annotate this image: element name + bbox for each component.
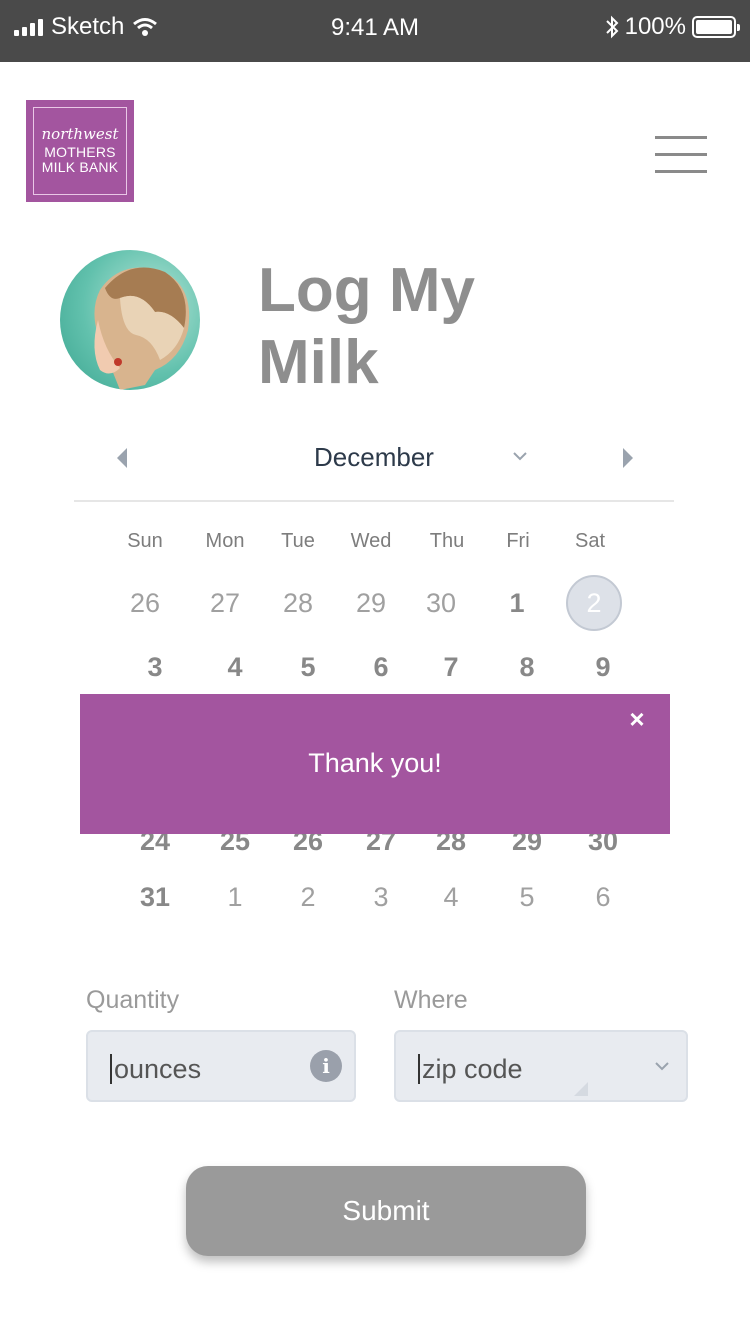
- quantity-input[interactable]: ounces i: [86, 1030, 356, 1102]
- calendar-day[interactable]: 27: [190, 588, 260, 619]
- info-icon[interactable]: i: [310, 1050, 342, 1082]
- battery-percent: 100%: [624, 13, 686, 40]
- logo-frame: northwest MOTHERS MILK BANK: [33, 107, 127, 195]
- weekday-thu: Thu: [429, 530, 465, 552]
- calendar-day[interactable]: 28: [263, 588, 333, 619]
- calendar-day[interactable]: 6: [346, 652, 416, 683]
- weekday-sun: Sun: [127, 530, 163, 552]
- calendar-day[interactable]: 6: [568, 882, 638, 913]
- calendar-day[interactable]: 29: [336, 588, 406, 619]
- logo-line-3: MILK BANK: [41, 158, 119, 175]
- calendar-day[interactable]: 9: [568, 652, 638, 683]
- chevron-down-icon[interactable]: [654, 1060, 670, 1072]
- calendar-day[interactable]: 3: [120, 652, 190, 683]
- weekday-sat: Sat: [574, 530, 606, 552]
- quantity-placeholder: ounces: [110, 1054, 201, 1084]
- calendar-day[interactable]: 4: [200, 652, 270, 683]
- calendar-day-selected[interactable]: 2: [559, 588, 629, 619]
- calendar-day[interactable]: 4: [416, 882, 486, 913]
- calendar-day[interactable]: 30: [406, 588, 476, 619]
- month-label[interactable]: December: [74, 442, 674, 473]
- weekday-tue: Tue: [281, 530, 315, 552]
- toast-message: Thank you!: [308, 748, 442, 778]
- close-icon[interactable]: ×: [624, 706, 650, 732]
- status-bar: Sketch 9:41 AM 100%: [0, 0, 750, 62]
- weekday-fri: Fri: [506, 530, 530, 552]
- weekday-mon: Mon: [205, 530, 245, 552]
- calendar-header: December: [74, 430, 674, 502]
- quantity-label: Quantity: [86, 986, 180, 1014]
- calendar-day[interactable]: 5: [492, 882, 562, 913]
- calendar-day[interactable]: 31: [120, 882, 190, 913]
- resize-grip-icon: [574, 1082, 588, 1096]
- submit-button[interactable]: Submit: [186, 1166, 586, 1256]
- logo-line-1: northwest: [41, 125, 119, 144]
- calendar-day[interactable]: 5: [273, 652, 343, 683]
- calendar-day[interactable]: 1: [200, 882, 270, 913]
- chevron-down-icon[interactable]: [512, 450, 528, 462]
- calendar-day[interactable]: 7: [416, 652, 486, 683]
- bluetooth-icon: [605, 15, 619, 39]
- brand-logo[interactable]: northwest MOTHERS MILK BANK: [26, 100, 134, 202]
- profile-avatar[interactable]: [60, 250, 200, 390]
- calendar-day[interactable]: 26: [110, 588, 180, 619]
- weekday-wed: Wed: [350, 530, 392, 552]
- calendar-day[interactable]: 2: [273, 882, 343, 913]
- zip-code-placeholder: zip code: [418, 1054, 523, 1084]
- logo-line-2: MOTHERS: [44, 144, 116, 161]
- page-title: Log My Milk: [258, 256, 475, 397]
- where-label: Where: [394, 986, 468, 1014]
- battery-icon: [692, 16, 740, 38]
- zip-code-select[interactable]: zip code: [394, 1030, 688, 1102]
- calendar-day[interactable]: 3: [346, 882, 416, 913]
- hamburger-menu-icon[interactable]: [655, 136, 707, 174]
- avatar-portrait-image: [94, 267, 190, 390]
- thank-you-toast: × Thank you!: [80, 694, 670, 834]
- calendar-day[interactable]: 8: [492, 652, 562, 683]
- next-month-arrow-icon[interactable]: [620, 446, 636, 470]
- calendar-day[interactable]: 1: [482, 588, 552, 619]
- status-right: 100%: [605, 12, 740, 42]
